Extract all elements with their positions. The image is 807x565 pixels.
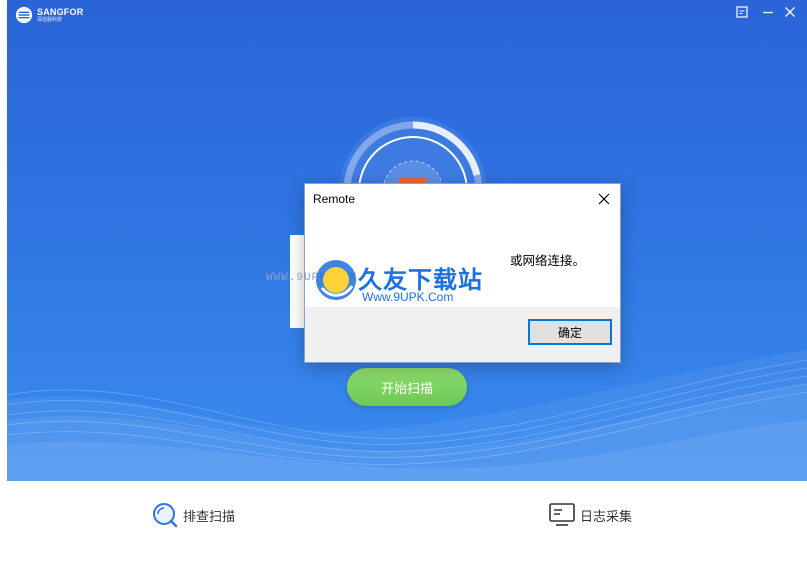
close-icon (785, 7, 795, 17)
app-window: SANGFOR 深信服科技 开始扫描 排查扫描 日志采集 Remote 或网络连… (0, 0, 807, 565)
nav-item-log-collection[interactable]: 日志采集 (548, 501, 632, 529)
ok-button[interactable]: 确定 (528, 319, 612, 345)
close-window-button[interactable] (782, 5, 798, 19)
watermark-logo-icon (316, 260, 356, 300)
watermark: WWW.9UPK.COM 久友下载站 Www.9UPK.Com (266, 256, 546, 318)
magnifier-icon (153, 503, 178, 528)
dialog-close-button[interactable] (594, 190, 614, 208)
close-icon (598, 193, 610, 205)
nav-item-troubleshoot-scan[interactable]: 排查扫描 (151, 501, 235, 529)
nav-label-log-collection: 日志采集 (580, 509, 633, 525)
monitor-icon (549, 503, 575, 526)
sangfor-logo: SANGFOR 深信服科技 (15, 6, 83, 24)
start-scan-button[interactable]: 开始扫描 (347, 368, 467, 406)
dialog-title: Remote (313, 192, 356, 206)
minimize-icon (763, 11, 773, 14)
logo-subtitle: 深信服科技 (37, 16, 63, 23)
sangfor-logo-icon (15, 6, 33, 24)
bottom-nav: 排查扫描 日志采集 (7, 481, 807, 565)
nav-label-troubleshoot-scan: 排查扫描 (183, 509, 236, 525)
logo-title: SANGFOR (37, 6, 84, 17)
feedback-icon (736, 6, 748, 18)
minimize-button[interactable] (760, 5, 776, 19)
feedback-button[interactable] (734, 5, 750, 19)
watermark-url: Www.9UPK.Com (362, 290, 454, 304)
